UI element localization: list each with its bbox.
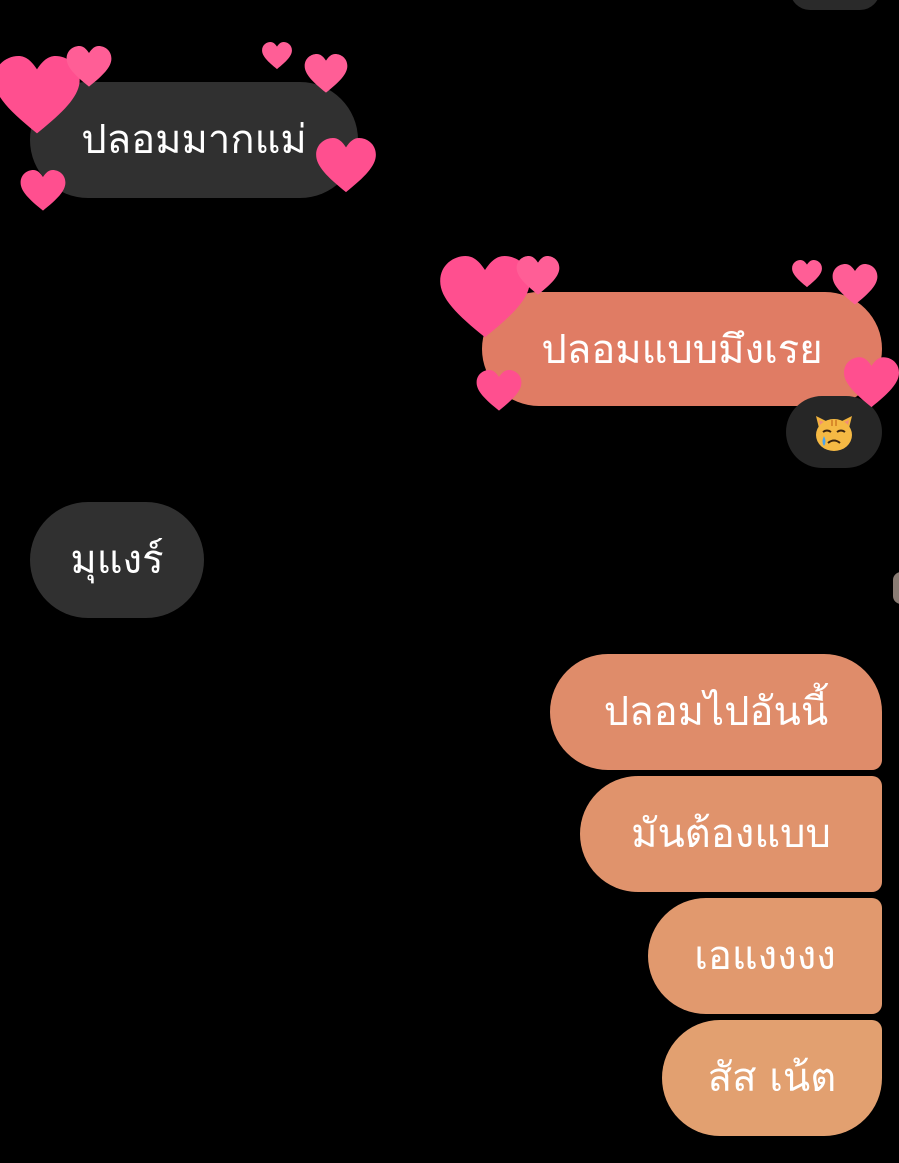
message-bubble-outgoing[interactable]: เอแงงงง [648,898,882,1014]
heart-icon [20,170,66,211]
message-text: ปลอมไปอันนี้ [603,689,829,735]
message-bubble-outgoing[interactable]: มันต้องแบบ [580,776,882,892]
message-text: ปลอมมากแม่ [81,117,307,163]
heart-icon [832,264,878,305]
message-bubble-incoming[interactable]: มุแงร์ [30,502,204,618]
crying-cat-face-icon [812,410,856,458]
heart-icon [516,256,560,295]
read-receipt-avatar-partial [893,572,899,604]
message-bubble-outgoing[interactable]: สัส เน้ต [662,1020,882,1136]
previous-reaction-pill-partial [790,0,880,10]
heart-icon [844,357,899,408]
message-bubble-outgoing[interactable]: ปลอมแบบมึงเรย [482,292,882,406]
heart-icon [476,370,522,411]
message-text: ปลอมแบบมึงเรย [541,327,823,373]
message-text: สัส เน้ต [707,1055,837,1101]
heart-icon [66,46,112,87]
heart-icon [304,54,348,93]
heart-icon [262,42,292,70]
message-text: มันต้องแบบ [631,811,831,857]
heart-icon [792,260,822,288]
heart-icon [316,138,376,193]
message-text: มุแงร์ [70,537,164,583]
message-text: เอแงงงง [694,933,836,979]
message-bubble-outgoing[interactable]: ปลอมไปอันนี้ [550,654,882,770]
